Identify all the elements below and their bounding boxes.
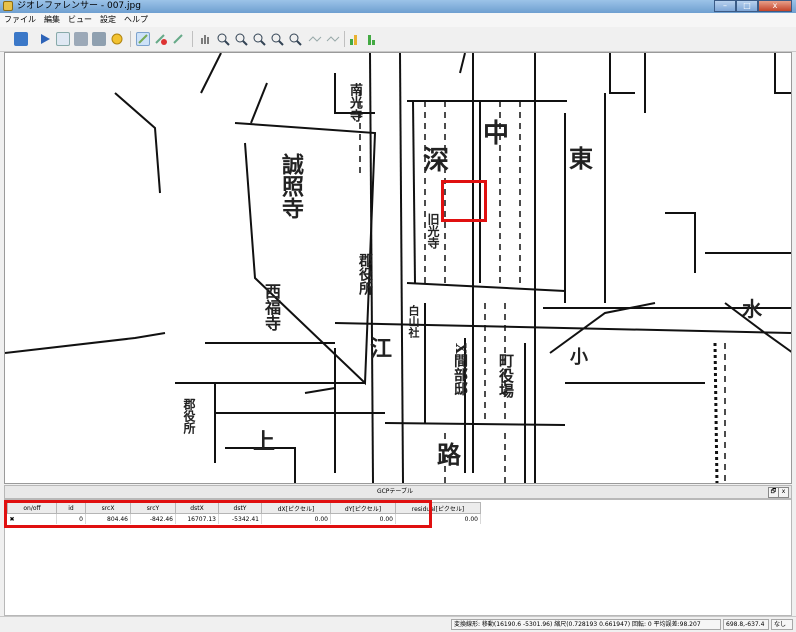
gcp-table-icon[interactable] xyxy=(56,32,70,46)
maximize-button[interactable]: □ xyxy=(736,0,758,12)
toolbar-separator xyxy=(130,31,131,47)
map-label-e: 江 xyxy=(370,336,393,362)
gcp-highlight-box xyxy=(441,180,487,222)
gcp-row-highlight-box xyxy=(4,500,432,528)
toolbar xyxy=(0,27,796,52)
map-label-kotiyakuba: 町役場 xyxy=(497,353,515,398)
menu-bar: ファイル 編集 ビュー 設定 ヘルプ xyxy=(0,13,796,27)
link-georef-icon[interactable] xyxy=(308,32,322,46)
delete-point-icon[interactable] xyxy=(154,32,168,46)
start-georef-icon[interactable] xyxy=(38,32,52,46)
coordinate-readout: 698.8,-637.4 xyxy=(723,619,769,630)
map-label-koma: X間部邸 xyxy=(452,343,468,396)
map-label-gunyakusho-2: 郡役所 xyxy=(182,398,196,434)
settings-icon[interactable] xyxy=(110,32,124,46)
map-label-seishoji: 誠照寺 xyxy=(278,153,304,219)
menu-view[interactable]: ビュー xyxy=(64,13,96,27)
map-label-gunyakusho: 郡役所 xyxy=(357,253,373,295)
full-histogram-icon[interactable] xyxy=(348,32,362,46)
map-canvas[interactable]: 誠照寺 深 中 東 南光寺 郡役所 西福寺 江 上 路 町役場 水 小 郡役所 … xyxy=(4,52,792,484)
menu-edit[interactable]: 編集 xyxy=(40,13,64,27)
open-raster-icon[interactable] xyxy=(14,32,28,46)
crs-indicator[interactable]: なし xyxy=(771,619,793,630)
map-label-mizu: 水 xyxy=(742,297,762,321)
zoom-next-icon[interactable] xyxy=(288,32,302,46)
close-button[interactable]: x xyxy=(758,0,792,12)
close-panel-button[interactable]: x xyxy=(778,487,789,498)
historic-map-drawing xyxy=(5,53,791,483)
menu-help[interactable]: ヘルプ xyxy=(120,13,152,27)
title-bar: ジオレファレンサー - 007.jpg – □ x xyxy=(0,0,796,13)
map-label-naka: 中 xyxy=(483,119,510,149)
map-label-ko: 小 xyxy=(570,347,588,368)
menu-settings[interactable]: 設定 xyxy=(96,13,120,27)
app-icon xyxy=(3,1,13,11)
transform-status: 変換線形: 移動(16190.6 -5301.96) 縮尺(0.728193 0… xyxy=(451,619,721,630)
status-bar: 変換線形: 移動(16190.6 -5301.96) 縮尺(0.728193 0… xyxy=(0,616,796,632)
local-histogram-icon[interactable] xyxy=(366,32,380,46)
map-label-ji: 路 xyxy=(437,440,461,469)
map-label-fuka: 深 xyxy=(423,146,450,176)
window-title: ジオレファレンサー - 007.jpg xyxy=(17,1,141,11)
zoom-layer-icon[interactable] xyxy=(252,32,266,46)
map-label-kanko: 旧光寺 xyxy=(426,213,440,249)
zoom-in-icon[interactable] xyxy=(216,32,230,46)
zoom-out-icon[interactable] xyxy=(234,32,248,46)
gcp-panel-header: GCPテーブル 🗗 x xyxy=(4,485,792,499)
toolbar-separator xyxy=(192,31,193,47)
map-label-nishifukuji: 西福寺 xyxy=(262,283,281,331)
toolbar-separator xyxy=(344,31,345,47)
menu-file[interactable]: ファイル xyxy=(0,13,40,27)
move-point-icon[interactable] xyxy=(172,32,186,46)
zoom-last-icon[interactable] xyxy=(270,32,284,46)
link-qgis-icon[interactable] xyxy=(326,32,340,46)
map-label-higashi: 東 xyxy=(569,144,593,173)
map-label-ue: 上 xyxy=(253,429,276,455)
load-gcp-icon[interactable] xyxy=(74,32,88,46)
add-point-icon[interactable] xyxy=(136,32,150,46)
map-label-hakusan: 白山社 xyxy=(407,305,420,338)
minimize-button[interactable]: – xyxy=(714,0,736,12)
pan-icon[interactable] xyxy=(198,32,212,46)
save-gcp-icon[interactable] xyxy=(92,32,106,46)
map-label-nanko: 南光寺 xyxy=(347,83,362,122)
window-controls: – □ x xyxy=(714,0,792,12)
gcp-panel-title: GCPテーブル xyxy=(376,488,414,495)
